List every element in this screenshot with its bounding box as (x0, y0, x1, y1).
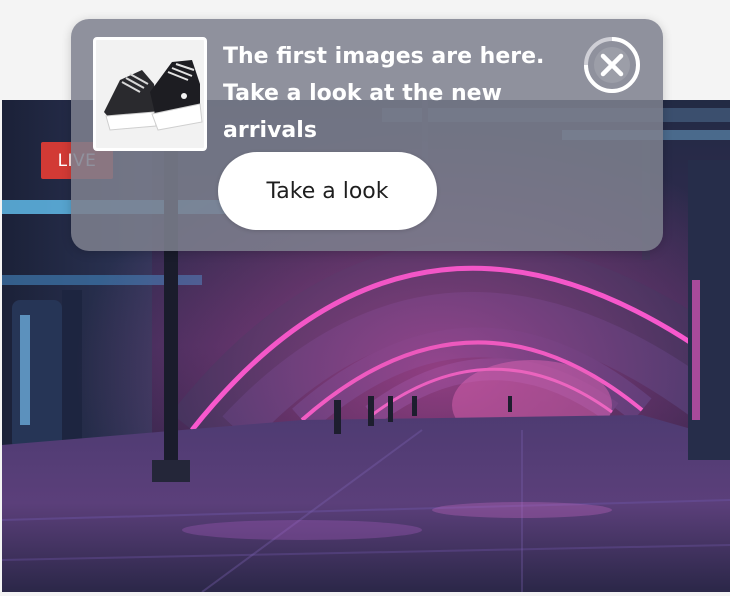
take-a-look-button[interactable]: Take a look (218, 152, 437, 230)
notification-message: The first images are here. Take a look a… (223, 44, 545, 143)
notification-card[interactable]: The first images are here. Take a look a… (71, 19, 663, 251)
close-button[interactable] (582, 35, 642, 95)
page: LIVE The first images are here. Take a l… (0, 0, 730, 596)
product-thumbnail[interactable] (93, 37, 207, 151)
close-icon (584, 37, 640, 93)
sneakers-icon (96, 40, 204, 148)
